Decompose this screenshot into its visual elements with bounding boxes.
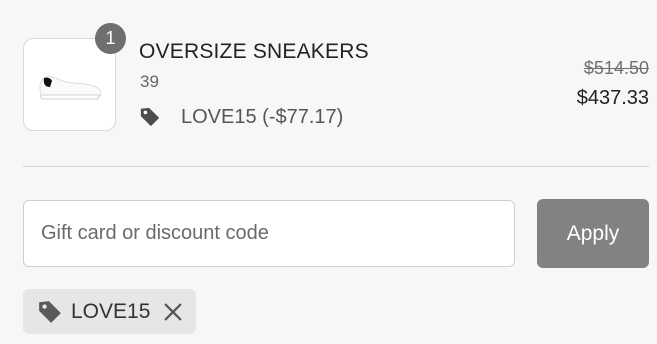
discount-amount-text: LOVE15 (-$77.17): [181, 105, 344, 128]
close-icon[interactable]: [162, 301, 184, 323]
apply-button[interactable]: Apply: [537, 199, 649, 268]
cart-line-item: 1 OVERSIZE SNEAKERS 39 LOVE15 (-$77.17) …: [0, 0, 657, 150]
line-discount: LOVE15 (-$77.17): [139, 104, 343, 130]
applied-code-label: LOVE15: [71, 299, 151, 323]
final-price: $437.33: [576, 87, 649, 109]
tag-icon: [39, 300, 61, 323]
original-price: $514.50: [583, 58, 649, 78]
sneaker-image: [39, 76, 102, 100]
tag-icon: [140, 107, 160, 127]
quantity-badge: 1: [95, 23, 126, 54]
divider: [23, 166, 649, 167]
product-name: OVERSIZE SNEAKERS: [139, 40, 369, 63]
product-variant: 39: [140, 72, 159, 91]
applied-discount-chip: LOVE15: [23, 289, 196, 334]
discount-code-input[interactable]: [23, 200, 515, 267]
